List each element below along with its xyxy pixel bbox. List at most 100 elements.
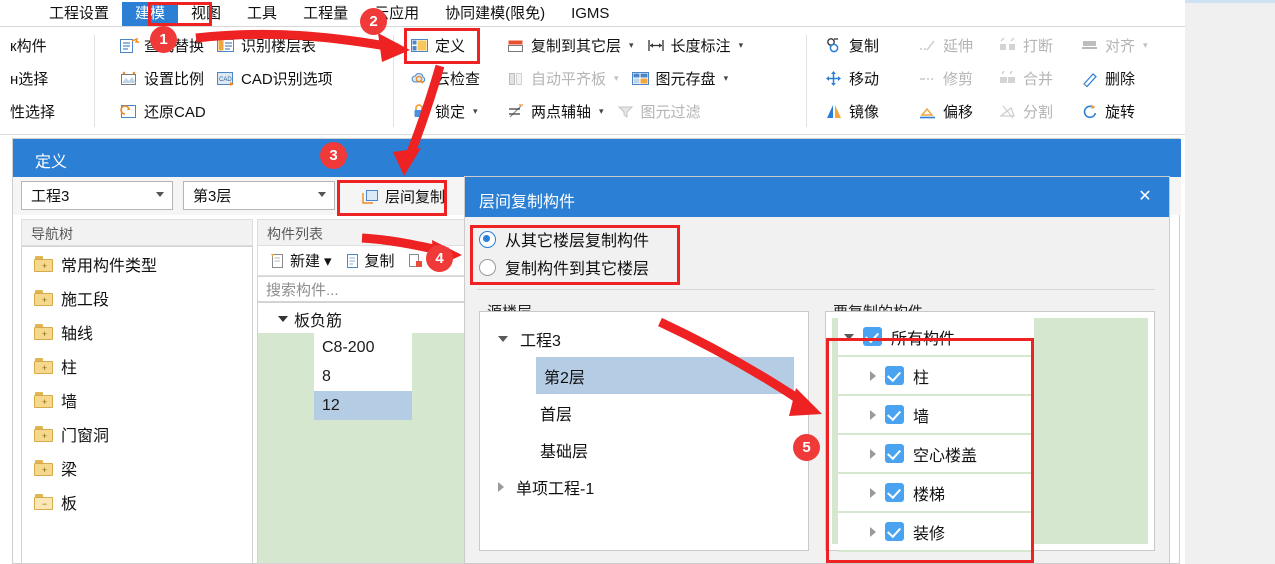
nav-tree-item-3[interactable]: + 柱 xyxy=(22,349,252,383)
source-floor-item-4[interactable]: 单项工程-1 xyxy=(480,468,808,505)
nav-tree[interactable]: + 常用构件类型 + 施工段 + 轴线 + 柱 + 墙 + 门窗洞 + 梁 − 板 xyxy=(21,246,253,564)
ribbon-button-move[interactable]: 移动 xyxy=(818,65,912,93)
nav-tree-item-1[interactable]: + 施工段 xyxy=(22,281,252,315)
source-floor-item-2[interactable]: 首层 xyxy=(480,394,808,431)
collapse-triangle-icon[interactable] xyxy=(870,448,876,459)
nav-tree-item-7[interactable]: − 板 xyxy=(22,485,252,519)
ribbon-button-break[interactable]: 打断 xyxy=(992,32,1074,60)
expand-triangle-icon[interactable] xyxy=(498,335,508,342)
target-component-item-4[interactable]: 楼梯 xyxy=(838,474,1034,513)
menu-item-2[interactable]: 视图 xyxy=(178,2,234,26)
target-component-tree[interactable]: 所有构件柱墙空心楼盖 楼梯 装修 xyxy=(825,311,1155,552)
collapse-triangle-icon[interactable] xyxy=(498,481,504,492)
chevron-down-icon[interactable]: ▾ xyxy=(614,73,619,84)
component-list-item-2[interactable]: 8 xyxy=(314,362,412,391)
target-component-item-0[interactable]: 所有构件 xyxy=(838,318,1034,357)
ribbon-button-batch-component[interactable]: к构件 xyxy=(4,32,53,60)
checkbox-checked-icon[interactable] xyxy=(885,405,904,424)
copy-component-button[interactable]: 复制 xyxy=(339,248,400,273)
target-component-item-5[interactable]: 装修 xyxy=(838,513,1034,552)
target-component-item-1[interactable]: 柱 xyxy=(838,357,1034,396)
chevron-down-icon[interactable] xyxy=(318,192,326,197)
ribbon-button-attribute-select[interactable]: 性选择 xyxy=(4,98,61,126)
new-component-button[interactable]: 新建 ▾ xyxy=(264,248,337,273)
nav-tree-item-5[interactable]: + 门窗洞 xyxy=(22,417,252,451)
ribbon-button-mirror[interactable]: 镜像 xyxy=(818,98,912,126)
collapse-triangle-icon[interactable] xyxy=(870,526,876,537)
component-more-button[interactable] xyxy=(402,250,429,271)
source-floor-item-0[interactable]: 工程3 xyxy=(480,320,808,357)
ribbon-button-set-scale[interactable]: 设置比例 xyxy=(113,65,210,93)
menu-item-7[interactable]: IGMS xyxy=(558,2,622,26)
nav-tree-item-4[interactable]: + 墙 xyxy=(22,383,252,417)
target-component-item-2[interactable]: 墙 xyxy=(838,396,1034,435)
collapse-triangle-icon[interactable] xyxy=(870,409,876,420)
chevron-down-icon[interactable]: ▾ xyxy=(1143,40,1148,51)
source-floor-item-1[interactable]: 第2层 xyxy=(536,357,794,394)
checkbox-checked-icon[interactable] xyxy=(885,522,904,541)
collapse-triangle-icon[interactable] xyxy=(870,487,876,498)
component-list-item-0[interactable]: 板负筋 xyxy=(272,304,388,333)
ribbon-button-copy[interactable]: 复制 xyxy=(818,32,912,60)
component-list[interactable]: 板负筋 C8-200 8 12 xyxy=(257,302,473,564)
search-component-input[interactable]: 搜索构件... xyxy=(257,276,473,302)
ribbon-button-extend[interactable]: 延伸 xyxy=(912,32,992,60)
checkbox-checked-icon[interactable] xyxy=(863,327,882,346)
nav-tree-item-6[interactable]: + 梁 xyxy=(22,451,252,485)
ribbon-button-lock[interactable]: 锁定 ▾ xyxy=(404,98,500,126)
project-combo[interactable]: 工程3 xyxy=(21,181,173,210)
ribbon-button-delete[interactable]: 删除 xyxy=(1074,65,1141,93)
menu-item-0[interactable]: 工程设置 xyxy=(36,2,122,26)
component-list-item-3[interactable]: 12 xyxy=(314,391,412,420)
component-list-item-1[interactable]: C8-200 xyxy=(314,333,412,362)
floor-copy-button[interactable]: 层间复制 xyxy=(354,183,451,209)
menu-item-6[interactable]: 协同建模(限免) xyxy=(432,2,558,26)
ribbon-button-merge[interactable]: 合并 xyxy=(992,65,1074,93)
ribbon-button-element-save[interactable]: 图元存盘 ▾ xyxy=(625,65,735,93)
ribbon-button-element-filter[interactable]: 图元过滤 xyxy=(610,98,707,126)
radio-copy-from-other-floor[interactable]: 从其它楼层复制构件 xyxy=(479,225,649,253)
menu-item-4[interactable]: 工程量 xyxy=(290,2,361,26)
target-component-item-3[interactable]: 空心楼盖 xyxy=(838,435,1034,474)
source-floor-item-3[interactable]: 基础层 xyxy=(480,431,808,468)
checkbox-checked-icon[interactable] xyxy=(885,366,904,385)
chevron-down-icon[interactable]: ▾ xyxy=(324,252,332,270)
checkbox-checked-icon[interactable] xyxy=(885,483,904,502)
ribbon-button-cad-options[interactable]: CAD CAD识别选项 xyxy=(210,65,339,93)
chevron-down-icon[interactable]: ▾ xyxy=(473,106,478,117)
ribbon-button-auto-align-slab[interactable]: 自动平齐板 ▾ xyxy=(500,65,625,93)
menu-item-3[interactable]: 工具 xyxy=(234,2,290,26)
nav-tree-item-0[interactable]: + 常用构件类型 xyxy=(22,247,252,281)
copy-to-other-floor-icon xyxy=(506,36,526,55)
chevron-down-icon[interactable]: ▾ xyxy=(629,40,634,51)
ribbon-button-define[interactable]: 定义 xyxy=(404,32,500,60)
ribbon-button-copy-to-other-floor[interactable]: 复制到其它层 ▾ xyxy=(500,32,640,60)
ribbon-button-restore-cad[interactable]: 还原CAD xyxy=(113,98,212,126)
expand-triangle-icon[interactable] xyxy=(844,333,854,340)
nav-tree-item-2[interactable]: + 轴线 xyxy=(22,315,252,349)
chevron-down-icon[interactable]: ▾ xyxy=(739,40,744,51)
floor-combo[interactable]: 第3层 xyxy=(183,181,335,210)
ribbon-button-two-point-axis[interactable]: 两点辅轴 ▾ xyxy=(500,98,610,126)
ribbon-button-split[interactable]: 分割 xyxy=(992,98,1074,126)
ribbon-button-batch-select[interactable]: н选择 xyxy=(4,65,54,93)
chevron-down-icon[interactable]: ▾ xyxy=(724,73,729,84)
checkbox-checked-icon[interactable] xyxy=(885,444,904,463)
radio-label: 从其它楼层复制构件 xyxy=(505,233,650,250)
close-icon[interactable]: ✕ xyxy=(1135,187,1155,207)
nav-tree-item-label: 轴线 xyxy=(61,326,94,343)
ribbon-button-align[interactable]: 对齐 ▾ xyxy=(1074,32,1154,60)
radio-copy-to-other-floor[interactable]: 复制构件到其它楼层 xyxy=(479,253,649,281)
chevron-down-icon[interactable]: ▾ xyxy=(599,106,604,117)
chevron-down-icon[interactable] xyxy=(156,192,164,197)
ribbon-button-rotate[interactable]: 旋转 xyxy=(1074,98,1141,126)
collapse-triangle-icon[interactable] xyxy=(870,370,876,381)
ribbon-button-trim[interactable]: 修剪 xyxy=(912,65,992,93)
menu-item-1[interactable]: 建模 xyxy=(122,1,179,26)
source-floor-tree[interactable]: 工程3 第2层 首层 基础层 单项工程-1 xyxy=(479,311,809,551)
ribbon-button-offset[interactable]: 偏移 xyxy=(912,98,992,126)
ribbon-button-cloud-check[interactable]: 云检查 xyxy=(404,65,500,93)
expand-triangle-icon[interactable] xyxy=(278,315,288,322)
ribbon-button-length-dim[interactable]: 长度标注 ▾ xyxy=(640,32,750,60)
ribbon-button-recognize-floor-table[interactable]: 识别楼层表 xyxy=(210,32,322,60)
